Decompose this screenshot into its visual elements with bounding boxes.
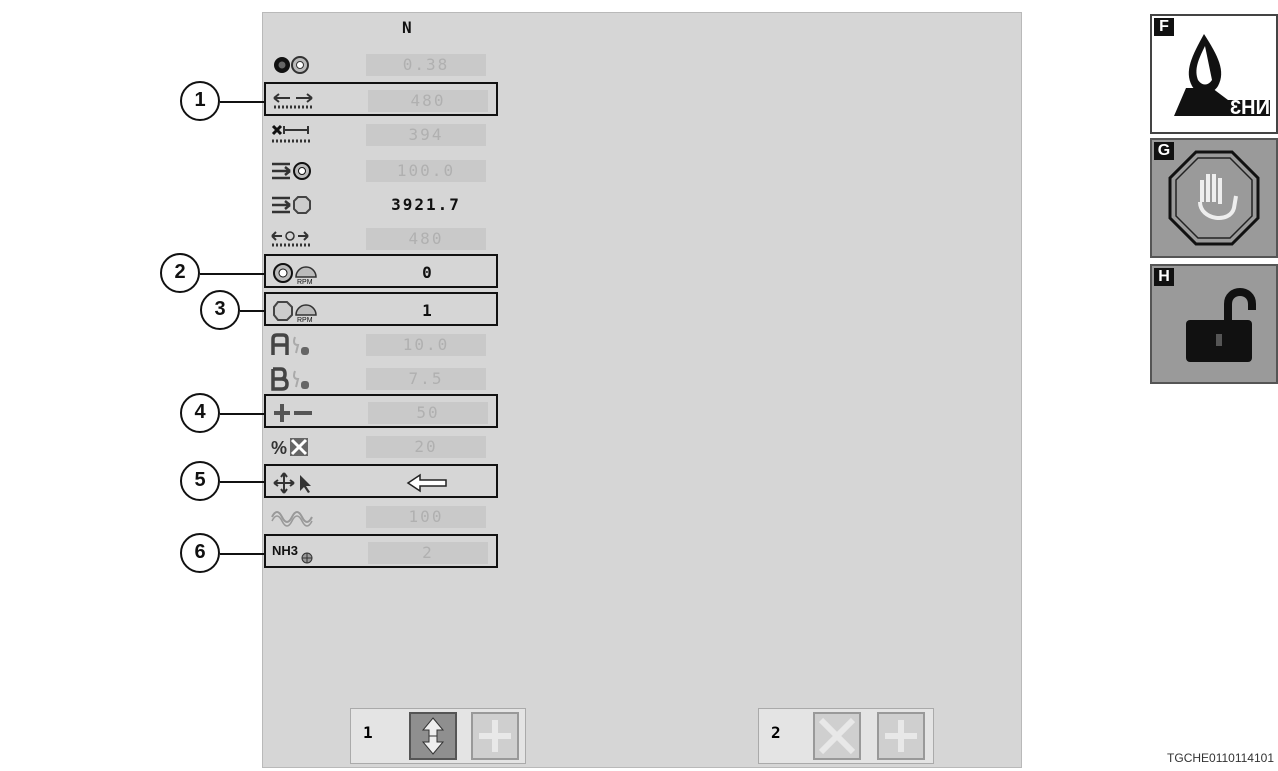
add-button-2[interactable] [877, 712, 925, 760]
section-rpm-on-icon: RPM [273, 263, 317, 285]
softkey-group-2-number: 2 [771, 723, 781, 742]
row-channel-b[interactable]: 7.5 [264, 362, 498, 396]
channel-a-icon [271, 333, 309, 355]
x-icon [818, 717, 856, 755]
width-icon [273, 93, 313, 109]
section-width-icon [271, 231, 310, 247]
callout-4: 4 [180, 393, 220, 433]
softkey-group-1: 1 [350, 708, 526, 764]
swap-arrows-button[interactable] [409, 712, 457, 760]
excluded-width-icon [271, 124, 310, 143]
leader-line-6 [220, 553, 264, 555]
row-wave[interactable]: 100 [264, 500, 498, 534]
row-excluded-width[interactable]: 394 [264, 118, 498, 152]
callout-2: 2 [160, 253, 200, 293]
nh3-tank-label: NH3 [1230, 97, 1270, 119]
callout-3: 3 [200, 290, 240, 330]
plus-icon [885, 720, 917, 752]
plus-minus-value: 50 [368, 402, 488, 424]
width-value: 480 [368, 90, 488, 112]
target-rate-value: 100.0 [366, 160, 486, 182]
row-section-rpm-on[interactable]: RPM 0 [264, 254, 498, 288]
target-rate-icon [272, 162, 311, 180]
nh3-tank-button[interactable]: F NH3 [1150, 14, 1278, 134]
softkey-group-1-number: 1 [363, 723, 373, 742]
column-header: N [402, 18, 412, 37]
svg-text:RPM: RPM [297, 317, 313, 323]
channel-b-icon [271, 367, 309, 391]
section-rpm-off-value: 1 [422, 301, 434, 320]
button-letter-f: F [1154, 18, 1174, 36]
row-section-width[interactable]: 480 [264, 222, 498, 256]
section-rpm-on-value: 0 [422, 263, 434, 282]
button-letter-g: G [1154, 142, 1174, 160]
nh3-icon-label: NH3 [272, 543, 298, 558]
wave-icon [271, 511, 313, 527]
plus-icon [479, 720, 511, 752]
move-pointer-value [368, 472, 488, 494]
excluded-width-value: 394 [366, 124, 486, 146]
percent-x-icon: % [271, 438, 308, 458]
arrow-left-icon [406, 473, 447, 493]
leader-line-3 [240, 310, 264, 312]
wave-value: 100 [366, 506, 486, 528]
svg-text:RPM: RPM [297, 279, 313, 285]
row-percent-x[interactable]: % 20 [264, 430, 498, 464]
applied-total-icon [272, 196, 311, 214]
swap-arrows-icon [421, 717, 445, 755]
svg-text:%: % [271, 438, 287, 458]
button-letter-h: H [1154, 268, 1174, 286]
channel-a-value: 10.0 [366, 334, 486, 356]
leader-line-5 [220, 481, 264, 483]
row-width[interactable]: 480 [264, 82, 498, 116]
leader-line-4 [220, 413, 264, 415]
nh3-icon: NH3 [272, 543, 313, 564]
leader-line-2 [200, 273, 264, 275]
rate-icon [274, 56, 309, 74]
applied-total-value: 3921.7 [391, 195, 461, 214]
row-plus-minus[interactable]: 50 [264, 394, 498, 428]
plus-minus-icon [274, 404, 312, 422]
nh3-value: 2 [368, 542, 488, 564]
channel-b-value: 7.5 [366, 368, 486, 390]
row-move-pointer[interactable] [264, 464, 498, 498]
delete-button[interactable] [813, 712, 861, 760]
section-rpm-off-icon: RPM [273, 301, 317, 323]
callout-1: 1 [180, 81, 220, 121]
row-channel-a[interactable]: 10.0 [264, 328, 498, 362]
section-width-value: 480 [366, 228, 486, 250]
leader-line-1 [220, 101, 264, 103]
row-nh3[interactable]: NH3 2 [264, 534, 498, 568]
row-rate[interactable]: 0.38 [264, 48, 498, 82]
unlock-button[interactable]: H [1150, 264, 1278, 384]
figure-code: TGCHE0110114101 [1167, 751, 1274, 765]
rate-value: 0.38 [366, 54, 486, 76]
callout-6: 6 [180, 533, 220, 573]
row-section-rpm-off[interactable]: RPM 1 [264, 292, 498, 326]
softkey-group-2: 2 [758, 708, 934, 764]
move-pointer-icon [273, 472, 311, 494]
callout-5: 5 [180, 461, 220, 501]
percent-x-value: 20 [366, 436, 486, 458]
add-button-1[interactable] [471, 712, 519, 760]
row-applied-total[interactable]: 3921.7 [264, 188, 498, 222]
stop-button[interactable]: G [1150, 138, 1278, 258]
row-target-rate[interactable]: 100.0 [264, 154, 498, 188]
